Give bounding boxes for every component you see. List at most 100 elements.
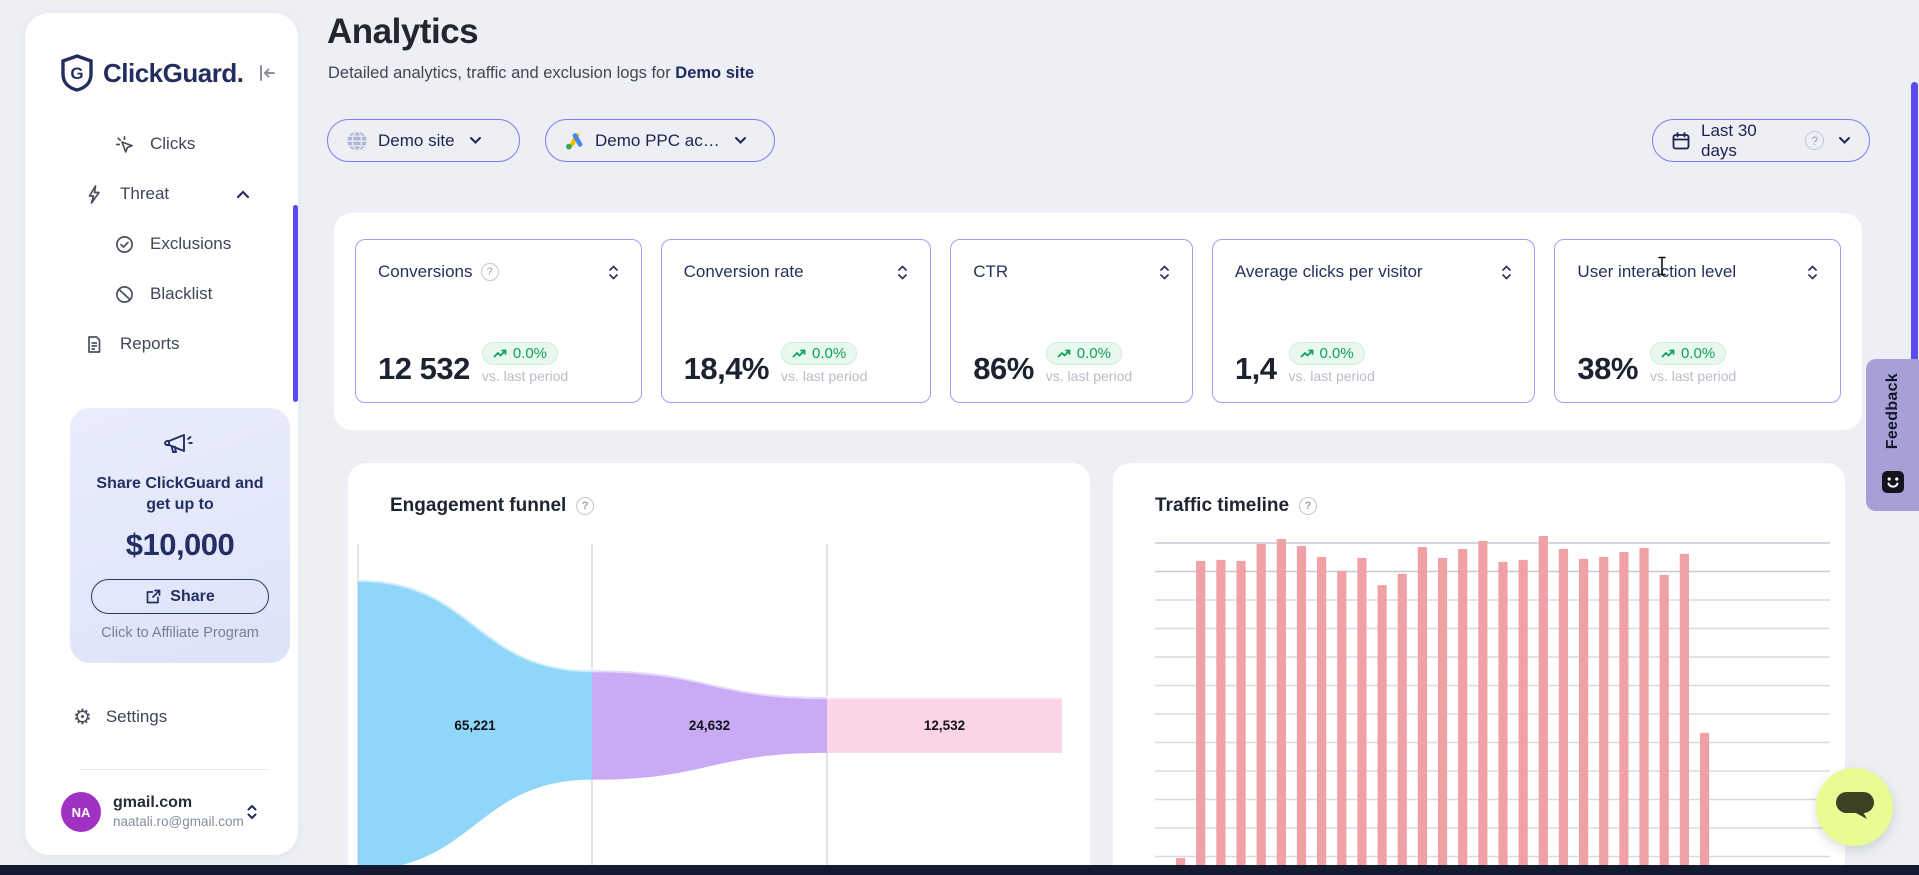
trend-badge: 0.0%: [482, 342, 558, 365]
timeline-bar[interactable]: [1438, 558, 1447, 875]
trend-badge: 0.0%: [1650, 342, 1726, 365]
timeline-bar[interactable]: [1277, 539, 1286, 875]
stat-value: 1,4: [1235, 353, 1277, 384]
chat-launcher-button[interactable]: [1816, 768, 1893, 846]
globe-icon: [346, 130, 368, 152]
sidebar-item-threat[interactable]: Threat: [25, 169, 298, 219]
sort-updown-icon[interactable]: [1807, 264, 1818, 281]
timeline-bar[interactable]: [1700, 733, 1709, 875]
external-link-icon: [145, 588, 162, 605]
svg-text:65,221: 65,221: [454, 718, 496, 733]
stats-band: Conversions?12 5320.0%vs. last periodCon…: [334, 213, 1862, 430]
sidebar-nav: Clicks Threat Exclusions: [25, 119, 298, 369]
sidebar-item-label: Exclusions: [150, 234, 231, 254]
timeline-bar[interactable]: [1519, 560, 1528, 875]
timeline-bar[interactable]: [1418, 547, 1427, 875]
stat-title: CTR: [973, 262, 1008, 282]
compare-label: vs. last period: [1046, 368, 1132, 384]
timeline-bar[interactable]: [1317, 557, 1326, 875]
lightning-icon: [83, 184, 105, 205]
trend-badge: 0.0%: [1046, 342, 1122, 365]
svg-text:G: G: [70, 64, 83, 83]
sidebar-item-settings[interactable]: ⚙ Settings: [25, 693, 298, 741]
timeline-bar[interactable]: [1619, 552, 1628, 875]
timeline-bar[interactable]: [1257, 544, 1266, 875]
trend-up-icon: [493, 348, 508, 359]
sidebar-item-label: Reports: [120, 334, 180, 354]
traffic-timeline-card: Traffic timeline ?: [1113, 463, 1845, 875]
timeline-bar[interactable]: [1680, 554, 1689, 875]
timeline-bar[interactable]: [1498, 562, 1507, 875]
chevron-down-icon: [734, 136, 747, 145]
timeline-bar[interactable]: [1337, 571, 1346, 875]
sidebar-item-exclusions[interactable]: Exclusions: [25, 219, 298, 269]
sidebar-item-label: Settings: [106, 707, 167, 727]
sidebar-item-reports[interactable]: Reports: [25, 319, 298, 369]
timeline-bar[interactable]: [1478, 541, 1487, 875]
stat-card-ctr: CTR86%0.0%vs. last period: [950, 239, 1193, 403]
timeline-bar[interactable]: [1378, 585, 1387, 875]
svg-text:24,632: 24,632: [689, 718, 730, 733]
ppc-account-selector[interactable]: Demo PPC ac…: [545, 119, 775, 162]
subtitle-site-name: Demo site: [675, 64, 754, 82]
timeline-bar[interactable]: [1297, 546, 1306, 875]
account-name: gmail.com: [113, 794, 244, 812]
sidebar-item-label: Clicks: [150, 134, 195, 154]
timeline-bar[interactable]: [1398, 574, 1407, 875]
document-icon: [83, 334, 105, 355]
site-selector-value: Demo site: [378, 131, 455, 151]
timeline-bar[interactable]: [1660, 575, 1669, 875]
sidebar-item-clicks[interactable]: Clicks: [25, 119, 298, 169]
timeline-bar[interactable]: [1599, 557, 1608, 875]
stat-title: Average clicks per visitor: [1235, 262, 1423, 282]
account-email: naatali.ro@gmail.com: [113, 814, 244, 830]
timeline-bar[interactable]: [1196, 561, 1205, 875]
sidebar-collapse-icon[interactable]: [256, 62, 278, 84]
timeline-bar[interactable]: [1559, 549, 1568, 875]
badge-check-icon: [113, 234, 135, 255]
date-range-value: Last 30 days: [1701, 121, 1795, 161]
compare-label: vs. last period: [482, 368, 568, 384]
timeline-bar[interactable]: [1639, 548, 1648, 875]
timeline-bar[interactable]: [1216, 560, 1225, 875]
timeline-bar[interactable]: [1236, 561, 1245, 875]
promo-amount: $10,000: [70, 527, 290, 563]
svg-text:12,532: 12,532: [924, 718, 965, 733]
sidebar-item-label: Threat: [120, 184, 169, 204]
cursor-click-icon: [113, 134, 135, 155]
trend-badge: 0.0%: [781, 342, 857, 365]
share-button[interactable]: Share: [91, 579, 269, 614]
compare-label: vs. last period: [1650, 368, 1736, 384]
feedback-tab[interactable]: Feedback: [1866, 359, 1919, 511]
timeline-bar[interactable]: [1357, 558, 1366, 875]
sidebar: G ClickGuard. Clicks Threat: [25, 13, 298, 855]
sidebar-scroll-indicator[interactable]: [293, 205, 298, 402]
sort-updown-icon[interactable]: [1159, 264, 1170, 281]
stat-value: 12 532: [378, 353, 470, 384]
bottom-dark-bar: [0, 865, 1919, 875]
sort-updown-icon[interactable]: [897, 264, 908, 281]
timeline-bar[interactable]: [1579, 559, 1588, 875]
site-selector[interactable]: Demo site: [327, 119, 520, 162]
timeline-bar[interactable]: [1458, 549, 1467, 875]
compare-label: vs. last period: [781, 368, 867, 384]
sort-updown-icon[interactable]: [1501, 264, 1512, 281]
compare-label: vs. last period: [1289, 368, 1375, 384]
affiliate-promo-card[interactable]: Share ClickGuard and get up to $10,000 S…: [70, 408, 290, 663]
affiliate-link[interactable]: Click to Affiliate Program: [70, 625, 290, 641]
block-icon: [113, 284, 135, 305]
ppc-account-value: Demo PPC ac…: [595, 131, 720, 151]
account-switcher[interactable]: NA gmail.com naatali.ro@gmail.com: [25, 788, 298, 836]
timeline-bar[interactable]: [1539, 536, 1548, 875]
stat-value: 38%: [1577, 353, 1638, 384]
clickguard-logo-icon: G: [59, 53, 95, 93]
chevron-up-icon[interactable]: [236, 190, 250, 199]
help-icon[interactable]: ?: [1805, 131, 1824, 150]
sidebar-item-blacklist[interactable]: Blacklist: [25, 269, 298, 319]
engagement-funnel-card: Engagement funnel ? 65,22124,63212,532: [348, 463, 1090, 875]
sort-updown-icon[interactable]: [608, 264, 619, 281]
chat-bubble-icon: [1833, 788, 1877, 827]
trend-up-icon: [1300, 348, 1315, 359]
help-icon[interactable]: ?: [481, 263, 499, 281]
date-range-selector[interactable]: Last 30 days ?: [1652, 119, 1870, 162]
